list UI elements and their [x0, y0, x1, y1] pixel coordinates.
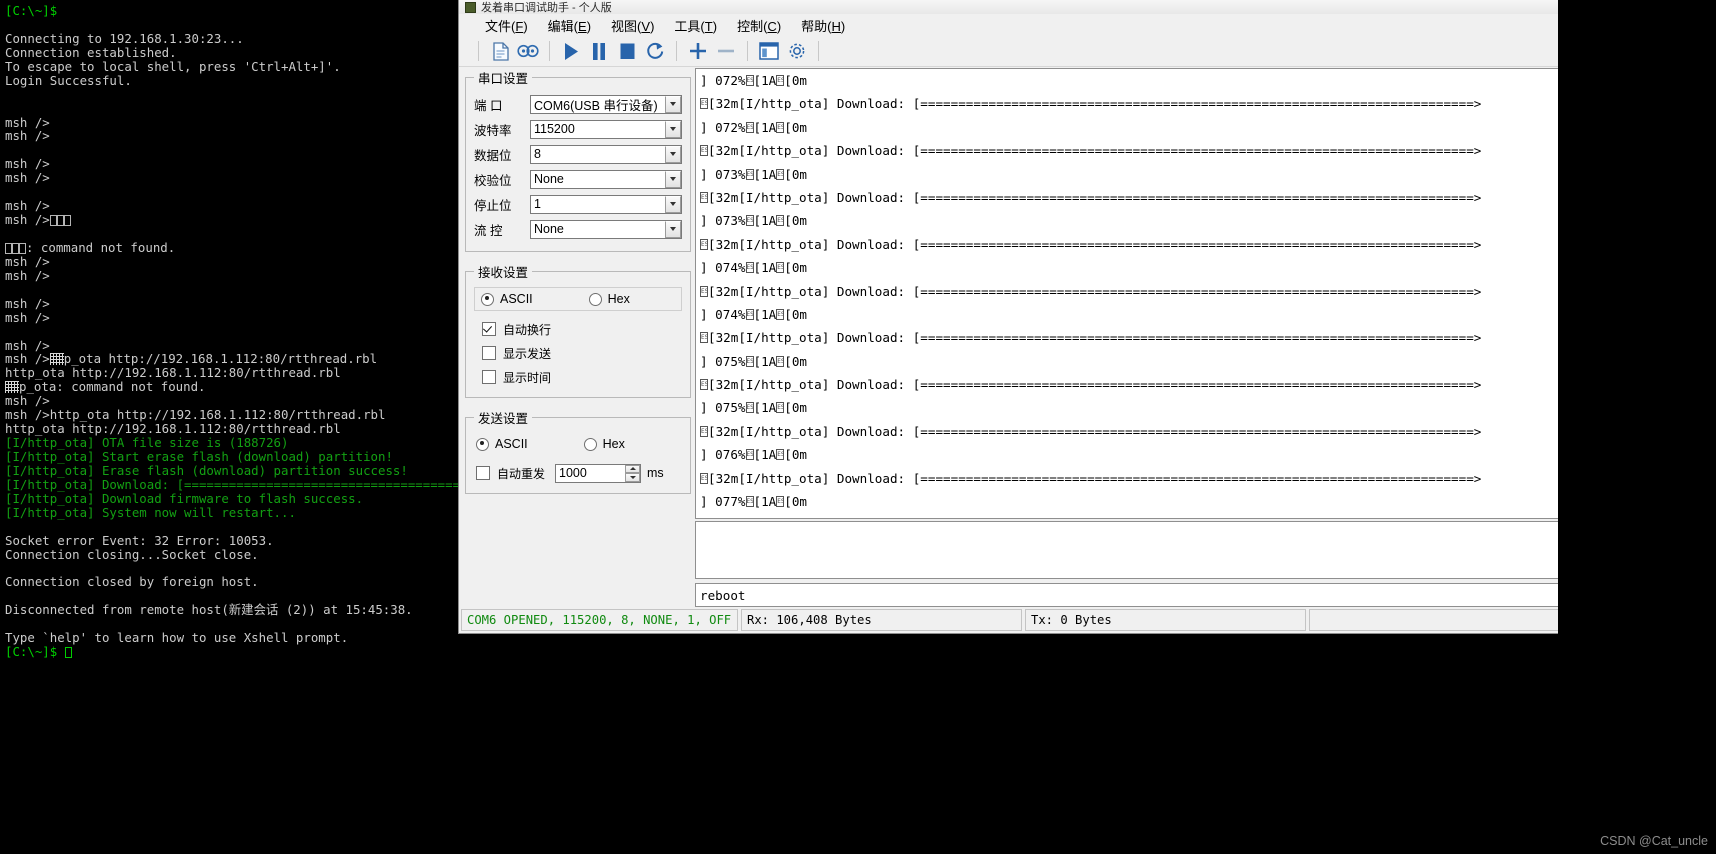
chevron-down-icon[interactable]	[665, 145, 681, 163]
toolbar-separator	[747, 41, 748, 61]
menu-item-file[interactable]: 文件(F)	[475, 14, 538, 37]
menu-item-view[interactable]: 视图(V)	[601, 14, 664, 37]
port-combo[interactable]: COM6(USB 串行设备)	[530, 94, 682, 114]
send-ascii-label: ASCII	[495, 437, 528, 451]
field-parity: 校验位 None	[474, 168, 682, 190]
field-flowcontrol: 流 控 None	[474, 218, 682, 240]
databits-value: 8	[534, 147, 541, 161]
chevron-down-icon[interactable]	[665, 120, 681, 138]
databits-combo[interactable]: 8	[530, 144, 682, 164]
baudrate-combo[interactable]: 115200	[530, 119, 682, 139]
receive-hex-radio[interactable]	[588, 292, 602, 306]
parity-combo[interactable]: None	[530, 169, 682, 189]
databits-label: 数据位	[474, 148, 512, 163]
menu-item-control[interactable]: 控制(C)	[727, 14, 791, 37]
baudrate-label: 波特率	[474, 123, 512, 138]
port-value: COM6(USB 串行设备)	[534, 98, 658, 113]
toolbar	[459, 36, 1715, 67]
send-settings-legend: 发送设置	[478, 412, 529, 426]
desktop-background-right	[1558, 0, 1716, 634]
toolbar-separator	[676, 41, 677, 61]
receive-ascii-label: ASCII	[500, 292, 533, 306]
receive-settings-group: 接收设置 ASCII Hex 自动换行 显示发送 显示时间	[465, 262, 691, 398]
chevron-down-icon[interactable]	[665, 170, 681, 188]
show-send-check-row[interactable]: 显示发送	[474, 341, 682, 365]
resend-interval-unit: ms	[647, 466, 664, 480]
gear-icon[interactable]	[784, 39, 810, 63]
serial-settings-legend: 串口设置	[478, 72, 529, 86]
chevron-down-icon[interactable]	[665, 220, 681, 238]
plus-icon[interactable]	[685, 39, 711, 63]
chevron-down-icon[interactable]	[665, 95, 681, 113]
pause-icon[interactable]	[586, 39, 612, 63]
auto-newline-check-row[interactable]: 自动换行	[474, 317, 682, 341]
spool-icon[interactable]	[515, 39, 541, 63]
stepper-down-icon[interactable]	[625, 473, 641, 482]
send-hex-radio[interactable]	[583, 437, 597, 451]
receive-settings-legend: 接收设置	[478, 266, 529, 280]
send-settings-group: 发送设置 ASCII Hex 自动重发 1000 ms	[465, 408, 691, 494]
toolbar-separator	[478, 41, 479, 61]
window-title: 发着串口调试助手 - 个人版	[481, 2, 612, 14]
show-send-label: 显示发送	[503, 346, 552, 361]
send-ascii-radio[interactable]	[476, 437, 489, 451]
field-databits: 数据位 8	[474, 143, 682, 165]
stop-icon[interactable]	[614, 39, 640, 63]
send-mode-radio-group: ASCII Hex	[474, 433, 682, 455]
toolbar-separator	[818, 41, 819, 61]
menu-item-edit[interactable]: 编辑(E)	[538, 14, 601, 37]
baudrate-value: 115200	[534, 122, 575, 136]
stopbits-combo[interactable]: 1	[530, 194, 682, 214]
document-icon[interactable]	[487, 39, 513, 63]
minus-icon[interactable]	[713, 39, 739, 63]
auto-resend-label: 自动重发	[497, 466, 546, 481]
parity-label: 校验位	[474, 173, 512, 188]
play-icon[interactable]	[558, 39, 584, 63]
resend-interval-stepper[interactable]: 1000	[555, 463, 642, 483]
field-port: 端 口 COM6(USB 串行设备)	[474, 93, 682, 115]
panel-icon[interactable]	[756, 39, 782, 63]
settings-column: 串口设置 端 口 COM6(USB 串行设备) 波特率 115200 数据位 8…	[465, 68, 691, 605]
chevron-down-icon[interactable]	[665, 195, 681, 213]
show-time-check-row[interactable]: 显示时间	[474, 365, 682, 389]
status-tx: Tx: 0 Bytes	[1025, 609, 1306, 631]
refresh-icon[interactable]	[642, 39, 668, 63]
resend-interval-value: 1000	[559, 466, 587, 480]
flowcontrol-value: None	[534, 222, 564, 236]
stepper-up-icon[interactable]	[625, 464, 641, 473]
stopbits-value: 1	[534, 197, 541, 211]
watermark: CSDN @Cat_uncle	[1600, 834, 1708, 848]
status-rx: Rx: 106,408 Bytes	[741, 609, 1022, 631]
flowcontrol-label: 流 控	[474, 223, 503, 238]
menu-bar: 文件(F) 编辑(E) 视图(V) 工具(T) 控制(C) 帮助(H)	[459, 14, 1715, 36]
serial-debug-window: 发着串口调试助手 - 个人版 文件(F) 编辑(E) 视图(V) 工具(T) 控…	[458, 0, 1716, 634]
flowcontrol-combo[interactable]: None	[530, 219, 682, 239]
show-time-checkbox[interactable]	[482, 370, 496, 384]
stopbits-label: 停止位	[474, 198, 512, 213]
show-time-label: 显示时间	[503, 370, 552, 385]
menu-item-help[interactable]: 帮助(H)	[791, 14, 855, 37]
status-port: COM6 OPENED, 115200, 8, NONE, 1, OFF	[461, 609, 738, 631]
serial-settings-group: 串口设置 端 口 COM6(USB 串行设备) 波特率 115200 数据位 8…	[465, 68, 691, 252]
status-bar: COM6 OPENED, 115200, 8, NONE, 1, OFF Rx:…	[461, 609, 1715, 631]
parity-value: None	[534, 172, 564, 186]
show-send-checkbox[interactable]	[482, 346, 496, 360]
field-baudrate: 波特率 115200	[474, 118, 682, 140]
terminal-line: [C:\~]$	[5, 645, 1716, 659]
menu-item-tools[interactable]: 工具(T)	[664, 14, 727, 37]
receive-mode-radio-group: ASCII Hex	[474, 287, 682, 311]
auto-resend-checkbox[interactable]	[476, 466, 490, 480]
receive-hex-label: Hex	[607, 292, 630, 306]
auto-newline-checkbox[interactable]	[482, 322, 496, 336]
auto-newline-label: 自动换行	[503, 322, 552, 337]
auto-resend-row[interactable]: 自动重发 1000 ms	[474, 461, 682, 485]
port-label: 端 口	[474, 98, 503, 113]
window-titlebar: 发着串口调试助手 - 个人版	[459, 0, 1715, 14]
receive-ascii-radio[interactable]	[481, 292, 494, 306]
field-stopbits: 停止位 1	[474, 193, 682, 215]
toolbar-separator	[549, 41, 550, 61]
stepper-buttons[interactable]	[625, 464, 641, 482]
send-hex-label: Hex	[602, 437, 625, 451]
app-icon	[465, 1, 476, 13]
